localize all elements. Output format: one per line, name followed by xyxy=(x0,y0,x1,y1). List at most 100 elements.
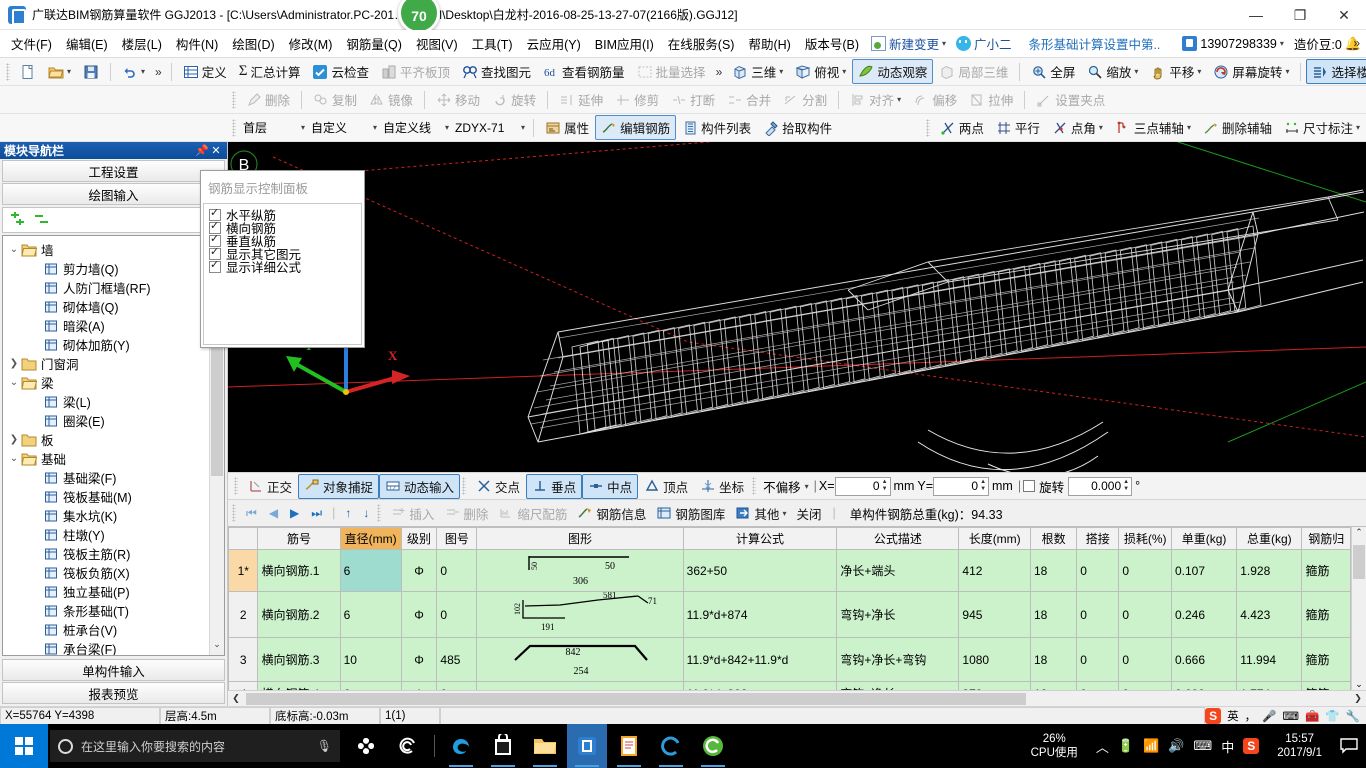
copy-button[interactable]: 复制 xyxy=(307,87,363,112)
grid-column-header[interactable]: 图形 xyxy=(476,527,684,550)
cpu-indicator[interactable]: 26% CPU使用 xyxy=(1021,732,1088,760)
grid-column-header[interactable]: 根数 xyxy=(1029,527,1078,550)
grid-cell-length[interactable]: 412 xyxy=(958,549,1031,592)
taskbar-app-spiral[interactable] xyxy=(388,724,428,768)
grid-column-header[interactable]: 公式描述 xyxy=(836,527,960,550)
tree-item[interactable]: 砌体墙(Q) xyxy=(7,297,224,316)
grid-cell-unit-weight[interactable]: 0.246 xyxy=(1170,591,1238,638)
rotate-input[interactable]: 0.000 ▲ ▼ xyxy=(1068,476,1133,496)
grid-cell-index[interactable]: 1* xyxy=(228,549,259,592)
grid-hscroll-track[interactable] xyxy=(244,692,1350,705)
dynamic-input-toggle[interactable]: 12 动态输入 xyxy=(379,473,461,499)
collapse-all-icon[interactable] xyxy=(33,212,51,228)
chevron-down-icon[interactable]: ▾ xyxy=(942,39,946,48)
view-3d-button[interactable]: 三维 ▾ xyxy=(726,59,789,84)
taskbar-app-edge[interactable] xyxy=(441,724,481,768)
tree-item[interactable]: 人防门框墙(RF) xyxy=(7,278,224,297)
grid-cell-lap[interactable]: 0 xyxy=(1076,681,1120,690)
grid-cell-category[interactable]: 箍筋 xyxy=(1301,591,1351,638)
grid-cell-category[interactable]: 箍筋 xyxy=(1301,637,1351,682)
tree-item[interactable]: 筏板基础(M) xyxy=(7,487,224,506)
grid-cell-index[interactable]: 4 xyxy=(228,681,259,690)
delete-row-button[interactable]: 删除 xyxy=(439,503,493,524)
grid-cell-loss[interactable]: 0 xyxy=(1118,637,1172,682)
grid-cell-diameter[interactable]: 6 xyxy=(339,681,402,690)
microphone-icon[interactable]: 🎤 xyxy=(1262,709,1276,723)
screen-rotate-chevron-down-icon[interactable]: ▾ xyxy=(1285,67,1289,76)
grid-cell-formula[interactable]: 11.9*d+842+11.9*d xyxy=(682,637,838,682)
grid-cell-grade[interactable]: Φ xyxy=(400,549,438,592)
sogou-icon[interactable]: S xyxy=(1205,707,1222,724)
grid-horizontal-scrollbar[interactable]: ❮ ❯ xyxy=(228,690,1366,706)
grid-column-header[interactable]: 图号 xyxy=(436,527,478,550)
other-chevron-down-icon[interactable]: ▾ xyxy=(782,509,786,518)
menubar-overflow[interactable]: » xyxy=(1353,36,1360,50)
display-checkbox-row[interactable]: 显示详细公式 xyxy=(209,258,356,275)
pick-component-button[interactable]: 拾取构件 xyxy=(757,115,838,140)
parallel-axis-button[interactable]: 平行 xyxy=(990,115,1046,140)
new-change-button[interactable]: 新建变更 ▾ xyxy=(866,32,951,55)
grid-cell-name[interactable]: 横向钢筋.1 xyxy=(257,549,341,592)
tree-item[interactable]: 暗梁(A) xyxy=(7,316,224,335)
tree-item[interactable]: ⌄ 墙 xyxy=(7,240,224,259)
menu-view[interactable]: 视图(V) xyxy=(409,30,465,57)
first-record-button[interactable]: ⏮ xyxy=(240,506,263,521)
grid-cell-lap[interactable]: 0 xyxy=(1076,591,1120,638)
grid-vertical-scrollbar[interactable]: ⌃ ⌄ xyxy=(1351,527,1366,690)
taskbar-app-explorer[interactable] xyxy=(525,724,565,768)
grid-cell-name[interactable]: 横向钢筋.3 xyxy=(257,637,341,682)
other-menu-button[interactable]: 其他 ▾ xyxy=(730,503,791,524)
merge-button[interactable]: 合并 xyxy=(721,87,777,112)
offset-mode-chevron-down-icon[interactable]: ▾ xyxy=(805,482,809,491)
wifi-icon[interactable]: 📶 xyxy=(1143,738,1159,754)
tree-item[interactable]: 桩承台(V) xyxy=(7,620,224,639)
chevron-down-icon[interactable]: ⌄ xyxy=(7,377,21,388)
element-type-chevron-down-icon[interactable]: ▾ xyxy=(445,123,449,132)
element-type-select[interactable]: 自定义线 ▾ xyxy=(380,118,452,137)
rebar-display-control-panel[interactable]: 钢筋显示控制面板 水平纵筋横向钢筋垂直纵筋显示其它图元显示详细公式 xyxy=(200,170,365,348)
taskbar-app-notepad[interactable] xyxy=(609,724,649,768)
top-view-chevron-down-icon[interactable]: ▾ xyxy=(842,67,846,76)
tree-scroll-down-icon[interactable]: ⌄ xyxy=(210,639,224,655)
pan-chevron-down-icon[interactable]: ▾ xyxy=(1197,67,1201,76)
zoom-chevron-down-icon[interactable]: ▾ xyxy=(1134,67,1138,76)
skin-icon[interactable]: 👕 xyxy=(1325,709,1339,723)
toolbar-grip[interactable] xyxy=(6,62,10,81)
grid-cell-total-weight[interactable]: 11.994 xyxy=(1236,637,1303,682)
menu-bim[interactable]: BIM应用(I) xyxy=(588,30,661,57)
move-down-button[interactable]: ↓ xyxy=(357,506,375,520)
menu-version[interactable]: 版本号(B) xyxy=(798,30,866,57)
menu-floor[interactable]: 楼层(L) xyxy=(115,30,169,57)
grid-column-header[interactable]: 长度(mm) xyxy=(958,527,1031,550)
cloud-check-button[interactable]: 云检查 xyxy=(306,59,375,84)
prev-record-button[interactable]: ◀ xyxy=(263,506,284,520)
grid-column-header[interactable]: 搭接 xyxy=(1076,527,1120,550)
component-chevron-down-icon[interactable]: ▾ xyxy=(521,123,525,132)
rebar-toolbar-grip2[interactable] xyxy=(377,504,382,522)
three-point-axis-button[interactable]: 三点辅轴 ▾ xyxy=(1109,115,1197,140)
next-record-button[interactable]: ▶ xyxy=(284,506,305,520)
y-offset-spinner[interactable]: ▲ ▼ xyxy=(980,479,986,493)
split-button[interactable]: 分割 xyxy=(777,87,833,112)
table-row[interactable]: 3 横向钢筋.3 10 Φ 485 842 254 11.9*d+842+11.9*d 弯钩+净… xyxy=(228,637,1351,682)
grid-column-header[interactable]: 钢筋归 xyxy=(1301,527,1351,550)
set-grip-button[interactable]: 设置夹点 xyxy=(1030,87,1111,112)
rebar-grid[interactable]: 筋号 直径(mm) 级别 图号 图形 计算公式 公式描述 长度(mm) 根数 搭接 损耗(%) 单重(… xyxy=(228,527,1351,690)
grid-cell-figure-no[interactable]: 0 xyxy=(436,591,478,638)
chevron-down-icon[interactable]: ⌄ xyxy=(7,244,21,255)
tree-item[interactable]: 条形基础(T) xyxy=(7,601,224,620)
find-element-button[interactable]: 查找图元 xyxy=(456,59,537,84)
grid-cell-description[interactable]: 弯钩+净长 xyxy=(836,681,960,690)
save-file-button[interactable] xyxy=(77,61,105,83)
notification-center-icon[interactable] xyxy=(1332,738,1366,754)
new-file-button[interactable] xyxy=(14,61,42,83)
tree-item[interactable]: 筏板负筋(X) xyxy=(7,563,224,582)
toolbar-standard-overflow[interactable]: » xyxy=(151,65,166,79)
grid-scroll-right-icon[interactable]: ❯ xyxy=(1350,693,1366,704)
menu-modify[interactable]: 修改(M) xyxy=(282,30,340,57)
grid-cell-grade[interactable]: Φ xyxy=(400,637,438,682)
x-offset-spinner[interactable]: ▲ ▼ xyxy=(882,479,888,493)
vertex-snap-button[interactable]: 顶点 xyxy=(638,474,694,499)
open-file-chevron-down-icon[interactable]: ▾ xyxy=(67,67,71,76)
table-row[interactable]: 4横向钢筋.46Φ011.9*d+308弯钩+净长37918000.0991.7… xyxy=(228,681,1351,690)
